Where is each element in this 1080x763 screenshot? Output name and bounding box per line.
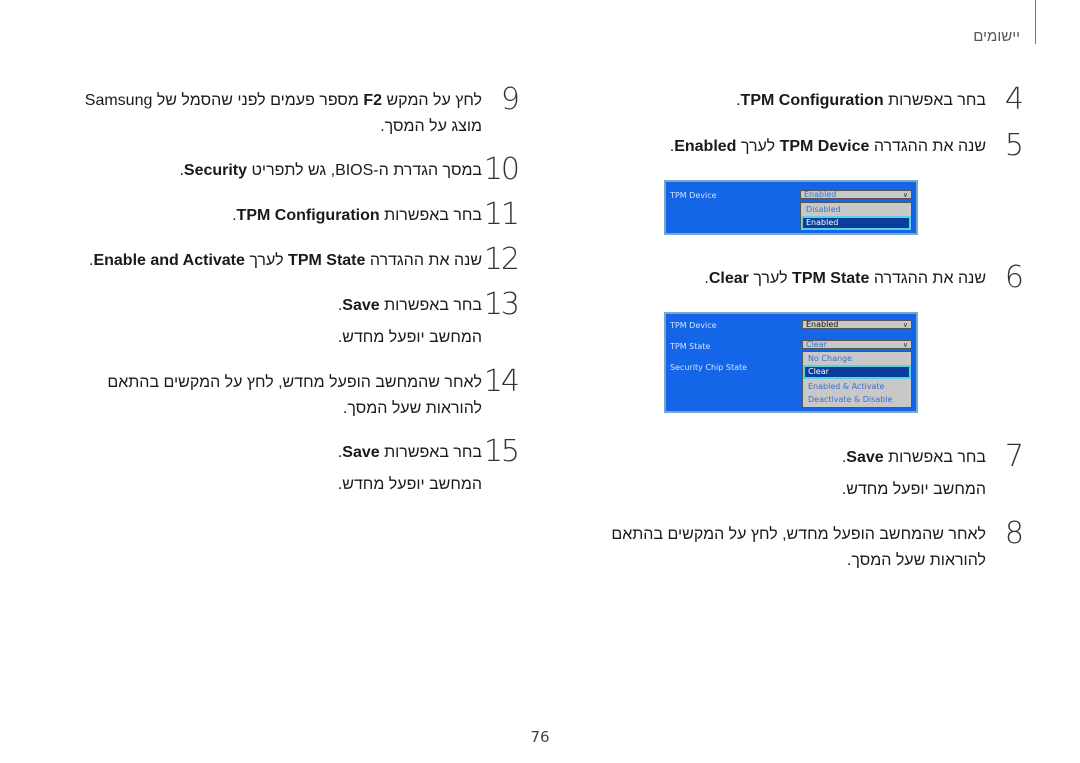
option-clear[interactable]: Clear bbox=[803, 365, 911, 379]
tpm-state-select[interactable]: Clear ∨ bbox=[802, 340, 912, 349]
step-number: 11 bbox=[483, 197, 520, 232]
step-11: 11 בחר באפשרות TPM Configuration. bbox=[232, 197, 520, 232]
step-number: 5 bbox=[1004, 128, 1024, 163]
step-14: 14 לאחר שהמחשב הופעל מחדש, לחץ על המקשים… bbox=[107, 364, 520, 417]
chevron-down-icon: ∨ bbox=[902, 191, 908, 199]
option-name: TPM Configuration bbox=[740, 92, 884, 109]
step-number: 15 bbox=[483, 434, 520, 469]
step-number: 8 bbox=[1004, 516, 1024, 551]
step-12: 12 שנה את ההגדרה TPM State לערך Enable a… bbox=[89, 242, 520, 277]
bios-screenshot-tpm-device: TPM Device Enabled ∨ Disabled Enabled bbox=[664, 180, 918, 235]
tpm-state-dropdown: No Change Clear Enabled & Activate Deact… bbox=[802, 351, 912, 408]
header-divider bbox=[1035, 0, 1036, 44]
step-13: 13 בחר באפשרות Save. המחשב יופעל מחדש. bbox=[337, 287, 520, 351]
tpm-device-select[interactable]: Enabled ∨ bbox=[802, 320, 912, 329]
step-number: 14 bbox=[483, 364, 520, 399]
option-enabled-activate[interactable]: Enabled & Activate bbox=[805, 382, 909, 392]
step-number: 9 bbox=[500, 82, 520, 117]
step-number: 12 bbox=[483, 242, 520, 277]
tpm-state-label: TPM State bbox=[670, 342, 711, 351]
tpm-device-label: TPM Device bbox=[670, 191, 717, 200]
step-number: 13 bbox=[483, 287, 520, 322]
step-4: 4 בחר באפשרות TPM Configuration. bbox=[736, 82, 1024, 117]
tpm-device-label: TPM Device bbox=[670, 321, 717, 330]
step-number: 7 bbox=[1004, 439, 1024, 474]
chevron-down-icon: ∨ bbox=[902, 341, 908, 349]
page-number: 76 bbox=[530, 728, 550, 746]
step-15: 15 בחר באפשרות Save. המחשב יופעל מחדש. bbox=[337, 434, 520, 498]
step-number: 6 bbox=[1004, 260, 1024, 295]
step-note: המחשב יופעל מחדש. bbox=[337, 476, 482, 493]
step-5: 5 שנה את ההגדרה TPM Device לערך Enabled. bbox=[669, 128, 1024, 163]
step-8: 8 לאחר שהמחשב הופעל מחדש, לחץ על המקשים … bbox=[611, 516, 1024, 569]
option-disabled[interactable]: Disabled bbox=[803, 205, 909, 215]
option-enabled[interactable]: Enabled bbox=[801, 216, 911, 230]
bios-screenshot-tpm-state: TPM Device TPM State Security Chip State… bbox=[664, 312, 918, 413]
step-6: 6 שנה את ההגדרה TPM State לערך Clear. bbox=[704, 260, 1024, 295]
chevron-down-icon: ∨ bbox=[902, 321, 908, 329]
tpm-device-select[interactable]: Enabled ∨ bbox=[800, 190, 912, 199]
section-title: יישומים bbox=[973, 28, 1020, 45]
step-number: 4 bbox=[1004, 82, 1024, 117]
option-no-change[interactable]: No Change bbox=[805, 354, 909, 364]
step-9: 9 לחץ על המקש F2 מספר פעמים לפני שהסמל ש… bbox=[84, 82, 520, 135]
step-number: 10 bbox=[483, 152, 520, 187]
tpm-device-dropdown: Disabled Enabled bbox=[800, 202, 912, 230]
option-deactivate-disable[interactable]: Deactivate & Disable bbox=[805, 395, 909, 405]
step-10: 10 במסך הגדרת ה-BIOS, גש לתפריט Security… bbox=[179, 152, 520, 187]
step-note: המחשב יופעל מחדש. bbox=[841, 481, 986, 498]
step-7: 7 בחר באפשרות Save. המחשב יופעל מחדש. bbox=[841, 439, 1024, 503]
step-note: המחשב יופעל מחדש. bbox=[337, 329, 482, 346]
security-chip-state-label: Security Chip State bbox=[670, 363, 748, 372]
